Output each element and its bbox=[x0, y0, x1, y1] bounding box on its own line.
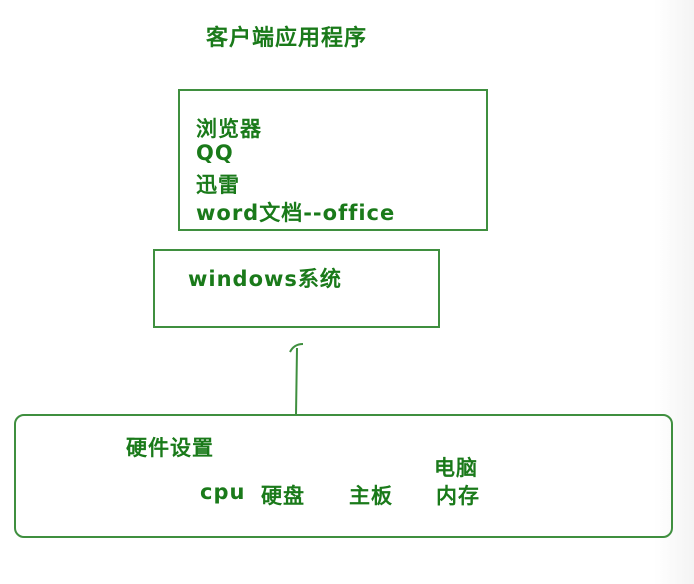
apps-box: 浏览器 QQ 迅雷 word文档--office bbox=[178, 89, 488, 231]
hardware-item: 内存 bbox=[436, 484, 480, 508]
hardware-box: 硬件设置 电脑 cpu 硬盘 主板 内存 bbox=[14, 414, 673, 538]
hardware-item: 主板 bbox=[349, 484, 393, 508]
hardware-item: 硬盘 bbox=[261, 484, 305, 508]
app-item: word文档--office bbox=[196, 201, 396, 225]
app-item: 迅雷 bbox=[196, 173, 240, 197]
app-item: QQ bbox=[196, 141, 234, 165]
hardware-item: cpu bbox=[200, 480, 246, 504]
diagram-title: 客户端应用程序 bbox=[206, 26, 368, 51]
up-arrow-icon bbox=[289, 343, 304, 416]
computer-label: 电脑 bbox=[434, 456, 478, 480]
os-label: windows系统 bbox=[188, 267, 342, 291]
app-item: 浏览器 bbox=[196, 117, 262, 141]
hardware-label: 硬件设置 bbox=[126, 436, 214, 460]
os-box: windows系统 bbox=[153, 249, 440, 328]
